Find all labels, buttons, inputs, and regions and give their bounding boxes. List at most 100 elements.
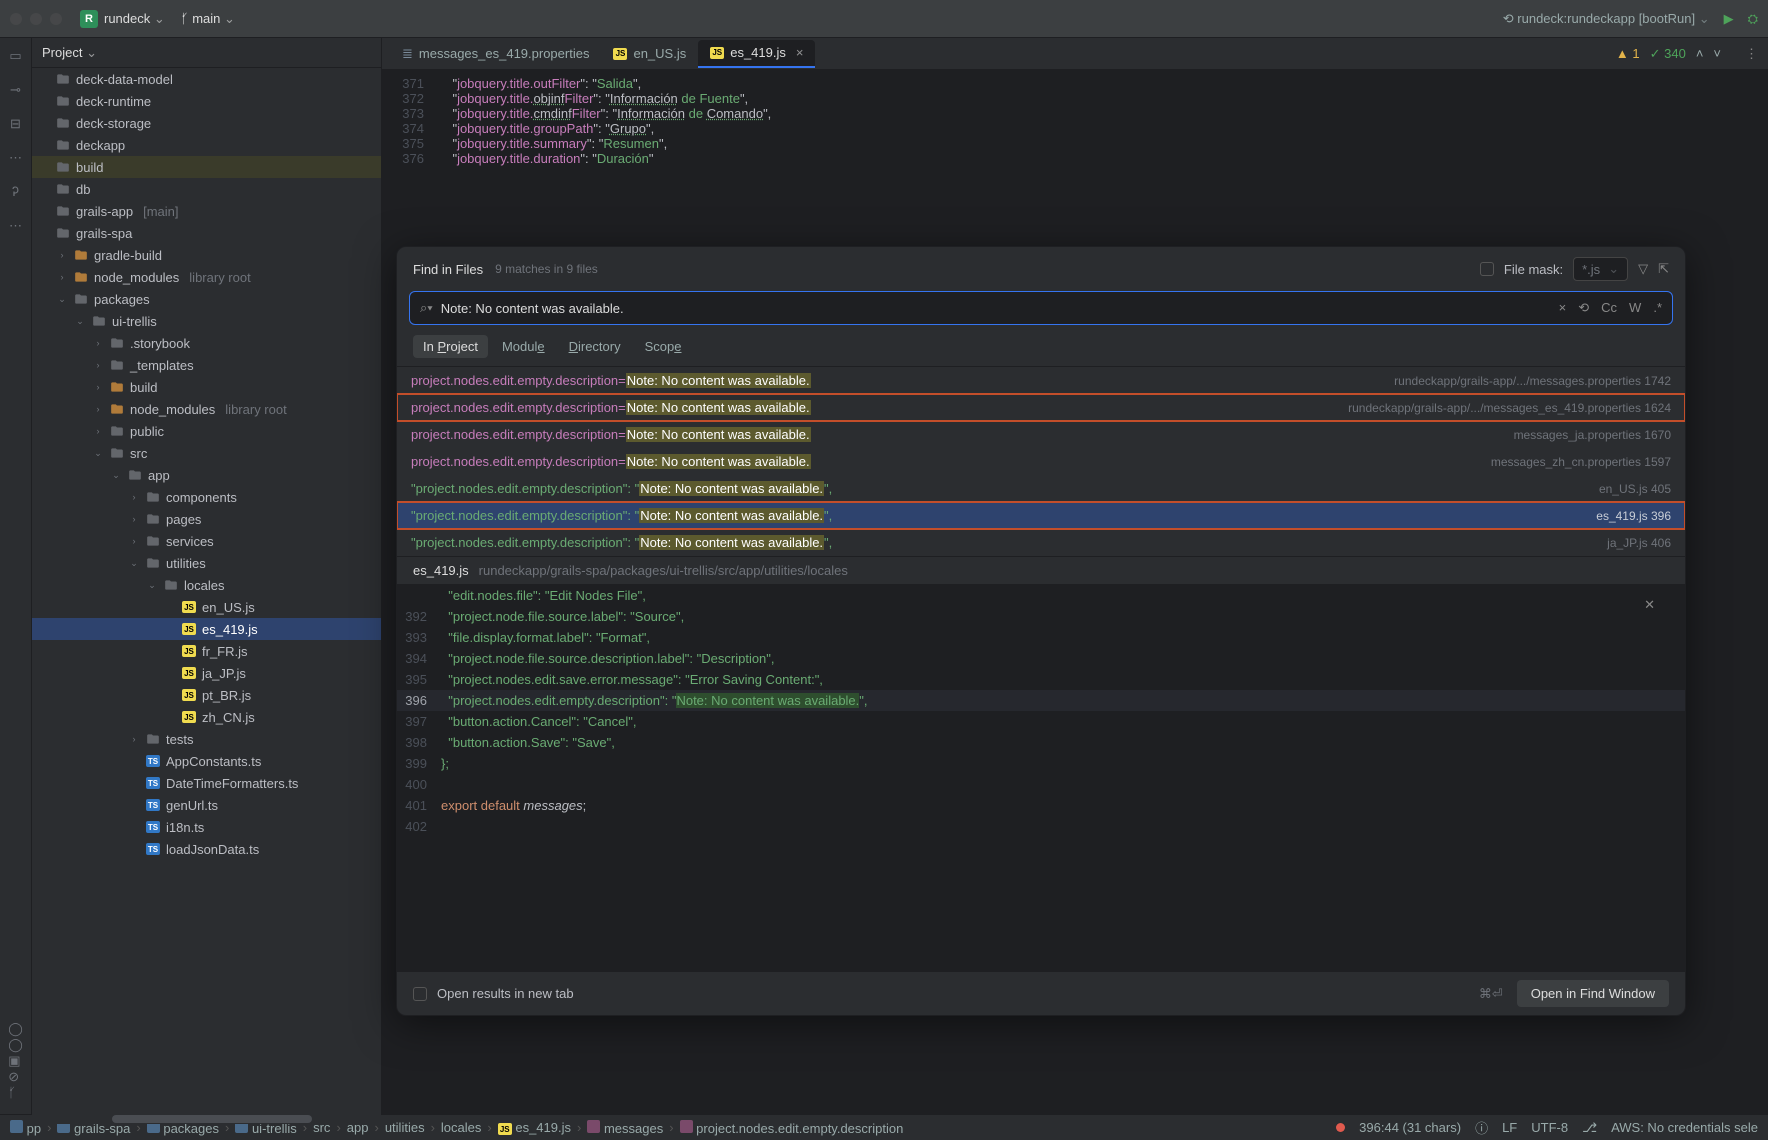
filter-icon[interactable]: ▽ [1638,261,1648,277]
tree-file[interactable]: TSAppConstants.ts [32,750,381,772]
match-case-toggle[interactable]: Cc [1601,300,1617,316]
breadcrumb-segment[interactable]: project.nodes.edit.empty.description [680,1120,904,1136]
tree-folder[interactable]: ›services [32,530,381,552]
commit-icon[interactable]: ⊸ [10,82,21,98]
result-row[interactable]: project.nodes.edit.empty.description=Not… [397,394,1685,421]
tree-folder[interactable]: ›public [32,420,381,442]
caret-position[interactable]: 396:44 (31 chars) [1359,1120,1461,1135]
search-scope-tabs[interactable]: In ProjectModuleDirectoryScope [397,329,1685,366]
tree-folder[interactable]: ›node_moduleslibrary root [32,266,381,288]
tree-file[interactable]: JSes_419.js [32,618,381,640]
regex-toggle[interactable]: .* [1653,300,1662,316]
tree-folder[interactable]: ›pages [32,508,381,530]
open-in-find-window-button[interactable]: Open in Find Window [1517,980,1669,1007]
breadcrumb-segment[interactable]: messages [587,1120,663,1136]
tree-folder[interactable]: grails-spa [32,222,381,244]
tree-folder[interactable]: db [32,178,381,200]
results-list[interactable]: project.nodes.edit.empty.description=Not… [397,366,1685,557]
tree-folder[interactable]: ›node_moduleslibrary root [32,398,381,420]
tree-folder[interactable]: grails-app[main] [32,200,381,222]
words-toggle[interactable]: W [1629,300,1641,316]
tree-folder[interactable]: deck-storage [32,112,381,134]
vcs-icon[interactable]: ᚶ [8,1085,23,1100]
tree-file[interactable]: JSpt_BR.js [32,684,381,706]
debug-icon[interactable]: ⛭ [1748,11,1758,27]
run-config-dropdown[interactable]: ⟲ rundeck:rundeckapp [bootRun] [1503,11,1710,27]
result-row[interactable]: "project.nodes.edit.empty.description": … [397,502,1685,529]
tree-folder[interactable]: ›components [32,486,381,508]
clear-icon[interactable]: × [1559,300,1567,316]
result-row[interactable]: project.nodes.edit.empty.description=Not… [397,448,1685,475]
inspection-widget[interactable]: ▲ 1 ✓ 340 ˄ ˅ [1616,46,1721,62]
open-new-tab-checkbox[interactable] [413,987,427,1001]
tree-folder[interactable]: deckapp [32,134,381,156]
close-icon[interactable]: × [796,45,804,60]
breadcrumb-segment[interactable]: JS es_419.js [498,1120,571,1136]
result-row[interactable]: "project.nodes.edit.empty.description": … [397,529,1685,556]
problems-icon[interactable]: ⊘ [8,1069,23,1085]
tree-folder[interactable]: ⌄app [32,464,381,486]
result-row[interactable]: "project.nodes.edit.empty.description": … [397,475,1685,502]
structure-icon[interactable]: ⊟ [10,116,21,132]
tree-folder[interactable]: ›.storybook [32,332,381,354]
result-row[interactable]: project.nodes.edit.empty.description=Not… [397,421,1685,448]
search-field[interactable]: ⌕▾ × ⟲ Cc W .* [409,291,1673,325]
file-mask-checkbox[interactable] [1480,262,1494,276]
git-status-icon[interactable]: ⎇ [1582,1120,1597,1136]
tree-folder[interactable]: ›tests [32,728,381,750]
scope-tab[interactable]: In Project [413,335,488,358]
window-controls[interactable] [10,13,62,25]
tabs-more-icon[interactable]: ⋮ [1735,46,1768,62]
editor-tab[interactable]: JSes_419.js× [698,40,815,68]
editor-tab[interactable]: ≣messages_es_419.properties [390,40,601,68]
sidebar-hscroll[interactable] [32,1114,381,1124]
tree-file[interactable]: TSDateTimeFormatters.ts [32,772,381,794]
tree-folder[interactable]: ›gradle-build [32,244,381,266]
scope-tab[interactable]: Scope [635,335,692,358]
more-icon[interactable]: ⋯ [9,218,22,234]
tree-folder[interactable]: ›build [32,376,381,398]
chevron-up-icon[interactable]: ˄ [1696,46,1704,61]
gutter-tool-1[interactable]: ◯ [8,1021,23,1037]
search-input[interactable] [441,301,1559,316]
tree-file[interactable]: TSgenUrl.ts [32,794,381,816]
pr-icon[interactable]: Ꭾ [12,184,19,200]
close-preview-icon[interactable]: ✕ [1644,597,1655,613]
project-tree[interactable]: deck-data-modeldeck-runtimedeck-storaged… [32,68,381,1114]
tree-file[interactable]: JSzh_CN.js [32,706,381,728]
tree-folder[interactable]: ⌄src [32,442,381,464]
indent-indicator[interactable]: ⓘ [1475,1118,1488,1137]
tree-folder[interactable]: deck-runtime [32,90,381,112]
preview-editor[interactable]: ✕ "edit.nodes.file": "Edit Nodes File",3… [397,585,1685,971]
tree-folder[interactable]: ⌄locales [32,574,381,596]
tree-folder[interactable]: ⌄packages [32,288,381,310]
tree-file[interactable]: JSen_US.js [32,596,381,618]
tree-folder[interactable]: build [32,156,381,178]
tree-file[interactable]: TSi18n.ts [32,816,381,838]
aws-status[interactable]: AWS: No credentials sele [1611,1120,1758,1135]
scope-tab[interactable]: Directory [559,335,631,358]
result-row[interactable]: project.nodes.edit.empty.description=Not… [397,367,1685,394]
tree-file[interactable]: JSja_JP.js [32,662,381,684]
tree-folder[interactable]: ⌄ui-trellis [32,310,381,332]
project-dropdown[interactable]: rundeck [104,11,165,27]
file-mask-input[interactable]: *.js ⌄ [1573,257,1628,281]
tree-file[interactable]: TSloadJsonData.ts [32,838,381,860]
tree-folder[interactable]: ⌄utilities [32,552,381,574]
pin-icon[interactable]: ⇱ [1658,261,1669,277]
tree-file[interactable]: JSfr_FR.js [32,640,381,662]
terminal-icon[interactable]: ▣ [8,1053,23,1069]
tree-folder[interactable]: deck-data-model [32,68,381,90]
bookmarks-icon[interactable]: ⋯ [9,150,22,166]
editor-tab[interactable]: JSen_US.js [601,40,698,68]
breadcrumb-segment[interactable]: utilities [385,1120,425,1135]
scope-tab[interactable]: Module [492,335,555,358]
tree-folder[interactable]: ›_templates [32,354,381,376]
project-view-dropdown[interactable]: Project [42,45,97,61]
encoding[interactable]: UTF-8 [1531,1120,1568,1135]
line-separator[interactable]: LF [1502,1120,1517,1135]
history-icon[interactable]: ⟲ [1578,300,1589,316]
gutter-tool-2[interactable]: ◯ [8,1037,23,1053]
branch-dropdown[interactable]: ᚶ main [181,11,235,27]
folder-icon[interactable]: ▭ [9,48,21,64]
